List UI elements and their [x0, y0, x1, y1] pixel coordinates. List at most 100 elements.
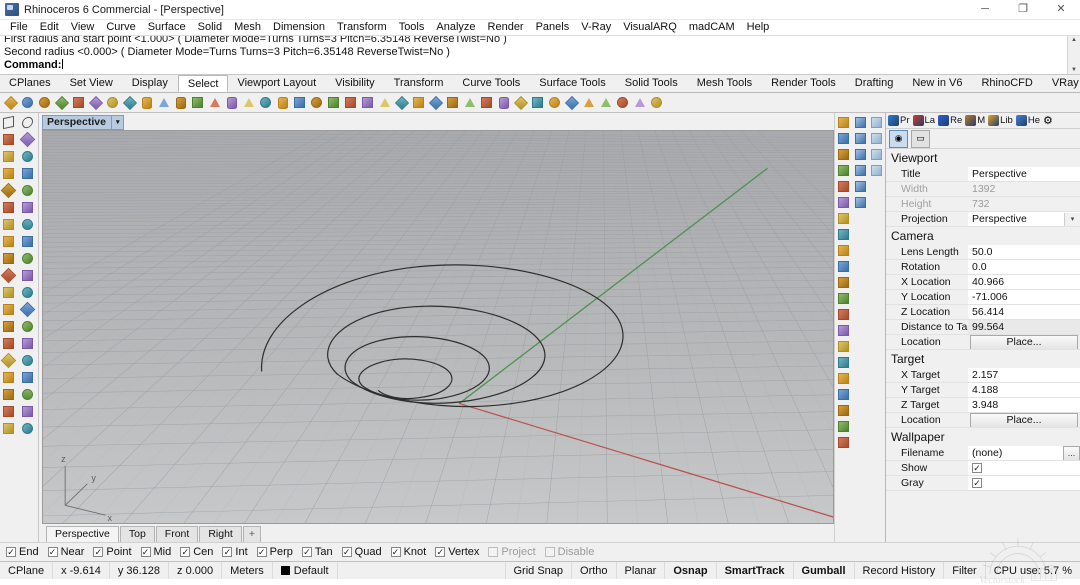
- menu-item-panels[interactable]: Panels: [530, 20, 576, 35]
- property-value[interactable]: 50.0: [968, 245, 1080, 260]
- layer-filter-icon[interactable]: [836, 227, 851, 242]
- osnap-int[interactable]: ✓Int: [222, 546, 247, 558]
- check-icon[interactable]: [20, 404, 37, 421]
- checkbox-icon[interactable]: ✓: [257, 547, 267, 557]
- add-viewport-tab-icon[interactable]: +: [243, 526, 261, 542]
- rectangle-icon[interactable]: [20, 166, 37, 183]
- checkbox-icon[interactable]: ✓: [180, 547, 190, 557]
- arc-icon[interactable]: [1, 166, 18, 183]
- osnap-mid[interactable]: ✓Mid: [141, 546, 172, 558]
- checkbox-icon[interactable]: ✓: [93, 547, 103, 557]
- select-polysurfaces-icon[interactable]: [54, 95, 69, 110]
- status-cplane[interactable]: CPlane: [0, 562, 53, 579]
- menu-item-v-ray[interactable]: V-Ray: [575, 20, 617, 35]
- select-last-icon[interactable]: [207, 95, 222, 110]
- menu-item-help[interactable]: Help: [741, 20, 776, 35]
- viewport-tab-top[interactable]: Top: [120, 526, 155, 542]
- toolbar-tab-viewport-layout[interactable]: Viewport Layout: [228, 75, 326, 92]
- camera-icon[interactable]: ◉: [889, 130, 908, 148]
- osnap-perp[interactable]: ✓Perp: [257, 546, 293, 558]
- toolbar-tab-display[interactable]: Display: [123, 75, 178, 92]
- offset-icon[interactable]: [1, 268, 18, 285]
- layer-target-icon[interactable]: [836, 435, 851, 450]
- select-lights-icon[interactable]: [88, 95, 103, 110]
- circle-icon[interactable]: [1, 149, 18, 166]
- menu-item-dimension[interactable]: Dimension: [267, 20, 331, 35]
- osnap-point[interactable]: ✓Point: [93, 546, 131, 558]
- viewport-title-button[interactable]: Perspective ▾: [42, 115, 124, 130]
- freeform-curve-icon[interactable]: [20, 183, 37, 200]
- select-none-icon[interactable]: [275, 95, 290, 110]
- viewport-tab-front[interactable]: Front: [156, 526, 199, 542]
- property-checkbox[interactable]: ✓: [972, 478, 982, 488]
- extrude-surface-icon[interactable]: [20, 200, 37, 217]
- scroll-down-icon[interactable]: ▼: [1068, 66, 1080, 74]
- select-by-color-icon[interactable]: [139, 95, 154, 110]
- layer-export-icon[interactable]: [836, 403, 851, 418]
- panel-tab-re[interactable]: Re: [938, 115, 962, 126]
- named-cplanes-icon[interactable]: [853, 131, 868, 146]
- layer-delete-icon[interactable]: [836, 147, 851, 162]
- toolbar-tab-drafting[interactable]: Drafting: [846, 75, 904, 92]
- select-parents-icon[interactable]: [564, 95, 579, 110]
- property-value[interactable]: -71.006: [968, 290, 1080, 305]
- osnap-cen[interactable]: ✓Cen: [180, 546, 213, 558]
- menu-item-curve[interactable]: Curve: [100, 20, 141, 35]
- select-loop-icon[interactable]: [479, 95, 494, 110]
- toolbar-tab-transform[interactable]: Transform: [385, 75, 454, 92]
- ellipse-icon[interactable]: [20, 149, 37, 166]
- property-value[interactable]: (none)...: [968, 446, 1080, 461]
- select-bad-objects-icon[interactable]: [326, 95, 341, 110]
- layer-vis-icon[interactable]: [836, 291, 851, 306]
- command-scrollbar[interactable]: ▲ ▼: [1067, 36, 1080, 74]
- place-button[interactable]: Place...: [970, 335, 1078, 350]
- menu-item-visualarq[interactable]: VisualARQ: [617, 20, 683, 35]
- layer-texture-icon[interactable]: [836, 355, 851, 370]
- curve-through-points-icon[interactable]: [20, 132, 37, 149]
- property-value[interactable]: 3.948: [968, 398, 1080, 413]
- layer-group-icon[interactable]: [836, 259, 851, 274]
- select-points-icon[interactable]: [3, 95, 18, 110]
- toolbar-tab-rhinocfd[interactable]: RhinoCFD: [972, 75, 1042, 92]
- toolbar-tab-solid-tools[interactable]: Solid Tools: [616, 75, 688, 92]
- layer-copy-icon[interactable]: [836, 131, 851, 146]
- select-by-type-icon[interactable]: [173, 95, 188, 110]
- toolbar-tab-new-in-v6[interactable]: New in V6: [903, 75, 972, 92]
- status-toggle-planar[interactable]: Planar: [617, 562, 666, 579]
- menu-item-madcam[interactable]: madCAM: [683, 20, 741, 35]
- select-siblings-icon[interactable]: [547, 95, 562, 110]
- status-toggle-filter[interactable]: Filter: [944, 562, 985, 579]
- checkbox-icon[interactable]: ✓: [391, 547, 401, 557]
- grid-icon[interactable]: [1, 387, 18, 404]
- osnap-near[interactable]: ✓Near: [48, 546, 85, 558]
- toolbar-tab-render-tools[interactable]: Render Tools: [762, 75, 846, 92]
- panel-tab-la[interactable]: La: [913, 115, 936, 126]
- select-hatch-icon[interactable]: [360, 95, 375, 110]
- select-small-icon[interactable]: [649, 95, 664, 110]
- layer-icon[interactable]: [1, 421, 18, 438]
- select-children-icon[interactable]: [581, 95, 596, 110]
- restore-view-icon[interactable]: [853, 195, 868, 210]
- layer-render-icon[interactable]: [836, 275, 851, 290]
- curve-tools-icon[interactable]: [1, 183, 18, 200]
- select-open-icon[interactable]: [632, 95, 647, 110]
- viewport-tab-perspective[interactable]: Perspective: [46, 526, 119, 542]
- layer-lock-icon[interactable]: [836, 179, 851, 194]
- select-curve-degree-icon[interactable]: [394, 95, 409, 110]
- checkbox-icon[interactable]: ✓: [141, 547, 151, 557]
- status-toggle-grid-snap[interactable]: Grid Snap: [506, 562, 573, 579]
- blend-curve-icon[interactable]: [1, 302, 18, 319]
- viewport-tab-right[interactable]: Right: [199, 526, 242, 542]
- select-chain-icon[interactable]: [445, 95, 460, 110]
- property-value[interactable]: 2.157: [968, 368, 1080, 383]
- point-object-icon[interactable]: [1, 285, 18, 302]
- checkbox-icon[interactable]: ✓: [48, 547, 58, 557]
- select-brush-icon[interactable]: [496, 95, 511, 110]
- minimize-button[interactable]: ─: [966, 0, 1004, 19]
- menu-item-surface[interactable]: Surface: [142, 20, 192, 35]
- osnap-end[interactable]: ✓End: [6, 546, 39, 558]
- panel-tab-m[interactable]: M: [965, 115, 985, 126]
- layer-new-icon[interactable]: [836, 115, 851, 130]
- toolbar-tab-set-view[interactable]: Set View: [61, 75, 123, 92]
- osnap-knot[interactable]: ✓Knot: [391, 546, 427, 558]
